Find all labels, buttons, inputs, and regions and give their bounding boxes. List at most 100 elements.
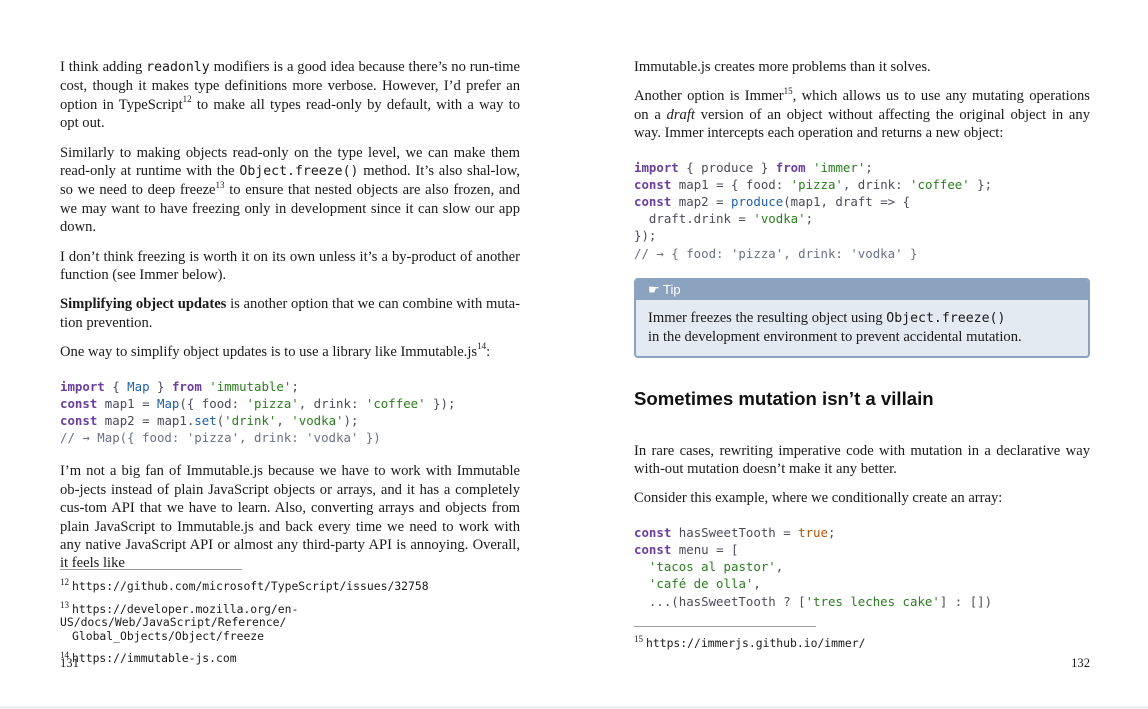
inline-code: Object.freeze() (239, 164, 359, 180)
code-line: // → { food: 'pizza', drink: 'vodka' } (634, 245, 1090, 262)
emphasis: draft (666, 106, 695, 123)
code-line: const menu = [ (634, 541, 1090, 558)
code-token: 'coffee' (365, 395, 426, 411)
page-number-left: 131 (60, 656, 79, 670)
code-token: , (753, 576, 761, 592)
code-token: , (775, 559, 784, 575)
tip-box: ☛ Tip Immer freezes the resulting object… (634, 277, 1090, 358)
code-token: draft.drink = (634, 211, 754, 227)
code-token: from (775, 159, 806, 175)
code-token: ({ food: (179, 395, 247, 411)
footnote-link[interactable]: https://immutable-js.com (72, 651, 237, 666)
text: : (486, 344, 491, 361)
paragraph-consider-example: Consider this example, where we conditio… (634, 490, 1003, 507)
paragraph-immutable-intro: One way to simplify object updates is to… (60, 341, 520, 361)
paragraph-freeze: Similarly to making objects read-only on… (60, 144, 520, 237)
code-line: ...(hasSweetTooth ? ['tres leches cake']… (634, 593, 1090, 610)
code-token: , drink: (842, 176, 911, 192)
code-token: // → { food: 'pizza', drink: 'vodka' } (634, 245, 918, 261)
code-token: map2 = map1. (97, 413, 195, 429)
footnote-ref-12[interactable]: 12 (183, 94, 192, 104)
code-token: const (634, 176, 672, 192)
section-heading: Sometimes mutation isn’t a villain (634, 387, 934, 409)
inline-code: readonly (146, 60, 210, 75)
left-page: I think adding readonly modifiers is a g… (60, 0, 520, 709)
code-line: }); (634, 227, 1090, 244)
code-token: map1 = { food: (671, 176, 791, 192)
code-token: const (634, 541, 672, 557)
text: I think adding (60, 59, 147, 75)
code-token: 'immer' (813, 159, 866, 175)
footnote-15: 15 https://immerjs.github.io/immer/ (634, 634, 1090, 651)
code-token: Map (157, 395, 180, 411)
text: version of an object without affecting t… (634, 106, 1091, 142)
right-page-body: Immutable.js creates more problems than … (634, 58, 1090, 626)
footnote-number: 13 (60, 599, 69, 610)
code-block-immutable: import { Map } from 'immutable'; const ma… (60, 378, 520, 447)
code-token: ...(hasSweetTooth ? [ (634, 593, 806, 609)
code-token: , drink: (298, 395, 366, 411)
code-token: (map1, draft => { (783, 194, 911, 209)
footnote-link[interactable]: https://github.com/microsoft/TypeScript/… (72, 579, 429, 593)
footnote-14: 14 https://immutable-js.com (60, 650, 520, 666)
code-token: 'pizza' (790, 176, 843, 192)
tip-body: Immer freezes the resulting object using… (636, 300, 1088, 356)
code-line: const map2 = map1.set('drink', 'vodka'); (60, 412, 520, 429)
code-token: 'pizza' (246, 395, 299, 411)
tip-header: ☛ Tip (636, 279, 1088, 300)
code-token: { (104, 378, 128, 394)
code-line: 'tacos al pastor', (634, 558, 1090, 575)
footnote-link[interactable]: https://developer.mozilla.org/en-US/docs… (60, 602, 298, 630)
footnote-12: 12 https://github.com/microsoft/TypeScrip… (60, 578, 520, 594)
paragraph-simplifying: Simplifying object updates is another op… (60, 295, 520, 332)
code-line: const hasSweetTooth = true; (634, 524, 1090, 541)
code-token: ; (865, 159, 873, 175)
inline-code: Object.freeze() (886, 310, 1006, 326)
code-token: const (634, 194, 672, 209)
code-token: ); (343, 413, 359, 429)
code-token: ; (291, 378, 299, 394)
code-token: }); (634, 228, 657, 244)
text: Another option is Immer (634, 88, 784, 105)
code-line: const map1 = Map({ food: 'pizza', drink:… (60, 395, 520, 412)
right-page: Immutable.js creates more problems than … (634, 0, 1090, 709)
code-token: true (798, 524, 828, 540)
footnote-link-continuation[interactable]: Global_Objects/Object/freeze (60, 629, 520, 644)
code-token: 'tres leches cake' (805, 593, 940, 609)
code-token: ; (827, 524, 836, 540)
footnote-number: 15 (634, 634, 643, 645)
footnote-link[interactable]: https://immerjs.github.io/immer/ (646, 636, 865, 650)
text: One way to simplify object updates is to… (60, 344, 478, 361)
code-token: hasSweetTooth = (671, 524, 799, 540)
paragraph-immutable-problems: Immutable.js creates more problems than … (634, 59, 931, 75)
paragraph-freezing-opinion: I don’t think freezing is worth it on it… (60, 248, 520, 284)
code-token: 'vodka' (753, 211, 806, 227)
paragraph-immutable-critique: I’m not a big fan of Immutable.js becaus… (60, 463, 520, 572)
code-token: 'coffee' (910, 176, 970, 192)
code-token: 'immutable' (209, 378, 292, 394)
code-token: ; (805, 211, 814, 227)
code-token: }); (425, 395, 456, 411)
footnotes-right: 15 https://immerjs.github.io/immer/ (634, 634, 1090, 660)
page-number-right: 132 (1071, 656, 1090, 670)
footnote-divider (634, 626, 816, 627)
paragraph-readonly: I think adding readonly modifiers is a g… (60, 58, 520, 133)
footnote-13: 13 https://developer.mozilla.org/en-US/do… (60, 599, 520, 644)
code-token: }; (969, 176, 993, 192)
code-token: from (171, 378, 202, 394)
left-page-body: I think adding readonly modifiers is a g… (60, 58, 520, 584)
code-token: map2 = (671, 194, 731, 209)
paragraph-immer-intro: Another option is Immer15, which allows … (634, 86, 1091, 142)
footnote-ref-15[interactable]: 15 (784, 86, 793, 96)
code-token: Map (127, 378, 150, 394)
code-token: menu = [ (671, 541, 739, 557)
footnote-ref-13[interactable]: 13 (216, 180, 225, 190)
footnote-ref-14[interactable]: 14 (477, 341, 486, 351)
footnote-divider (60, 569, 242, 570)
text: Immer freezes the resulting object using (648, 309, 887, 326)
code-token: const (60, 395, 98, 411)
code-token: ] : []) (939, 593, 993, 609)
